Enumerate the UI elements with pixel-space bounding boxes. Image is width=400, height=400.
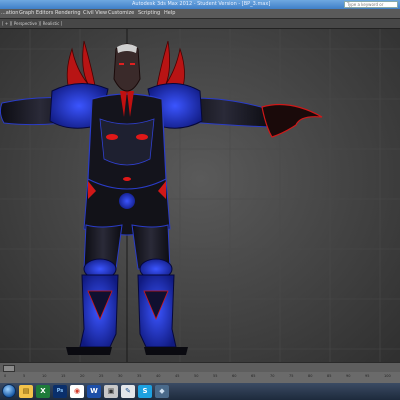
- viewport-toolbar: [ + ][ Perspective ][ Realistic ]: [0, 19, 400, 29]
- left-eye: [119, 63, 124, 65]
- tick-label: 65: [251, 374, 256, 378]
- window-title: Autodesk 3ds Max 2012 - Student Version …: [132, 1, 271, 7]
- right-eye: [130, 63, 135, 65]
- menu-item-animation[interactable]: ...ation: [1, 9, 18, 18]
- tick-label: 0: [4, 374, 7, 378]
- tick-label: 35: [137, 374, 142, 378]
- help-search-input[interactable]: Type a keyword or phrase: [344, 1, 398, 12]
- character-model[interactable]: [0, 40, 323, 355]
- skype-icon[interactable]: S: [138, 385, 152, 398]
- boot-details: [87, 290, 169, 321]
- menu-item-help[interactable]: Help: [164, 9, 175, 18]
- tick-label: 95: [365, 374, 370, 378]
- word-icon[interactable]: W: [87, 385, 101, 398]
- tick-label: 90: [346, 374, 351, 378]
- tick-label: 15: [61, 374, 66, 378]
- tick-label: 50: [194, 374, 199, 378]
- menu-item-civil-view[interactable]: Civil View: [83, 9, 107, 18]
- tick-label: 60: [232, 374, 237, 378]
- tick-label: 30: [118, 374, 123, 378]
- menu-item-scripting[interactable]: Scripting: [138, 9, 160, 18]
- time-slider-handle[interactable]: [3, 365, 15, 372]
- excel-icon[interactable]: X: [36, 385, 50, 398]
- explorer-icon[interactable]: ▤: [19, 385, 33, 398]
- menu-item-rendering[interactable]: Rendering: [55, 9, 81, 18]
- viewport-grid: [0, 29, 400, 362]
- tick-label: 75: [289, 374, 294, 378]
- tick-label: 10: [42, 374, 47, 378]
- chest-plate: [99, 118, 155, 166]
- start-button[interactable]: [2, 384, 16, 398]
- windows-taskbar: ▤ X Ps ◉ W ▣ ✎ S ◆: [0, 383, 400, 400]
- title-bar: Autodesk 3ds Max 2012 - Student Version …: [0, 0, 400, 12]
- tick-label: 55: [213, 374, 218, 378]
- paint-icon[interactable]: ✎: [121, 385, 135, 398]
- chrome-icon[interactable]: ◉: [70, 385, 84, 398]
- 3dsmax-icon[interactable]: ◆: [155, 385, 169, 398]
- tick-label: 100: [384, 374, 391, 378]
- tick-label: 45: [175, 374, 180, 378]
- tick-label: 80: [308, 374, 313, 378]
- tick-label: 5: [23, 374, 26, 378]
- right-hand: [261, 103, 323, 138]
- tick-label: 40: [156, 374, 161, 378]
- tick-label: 70: [270, 374, 275, 378]
- photoshop-icon[interactable]: Ps: [53, 385, 67, 398]
- belt-buckle: [119, 193, 135, 209]
- viewport-scene: [0, 29, 400, 362]
- menu-item-graph-editors[interactable]: Graph Editors: [19, 9, 53, 18]
- tick-label: 85: [327, 374, 332, 378]
- perspective-viewport[interactable]: [0, 29, 400, 362]
- menu-bar: ...ation Graph Editors Rendering Civil V…: [0, 9, 400, 19]
- tick-label: 25: [99, 374, 104, 378]
- menu-item-customize[interactable]: Customize: [108, 9, 134, 18]
- app-icon[interactable]: ▣: [104, 385, 118, 398]
- viewport-label[interactable]: [ + ][ Perspective ][ Realistic ]: [2, 19, 62, 28]
- tick-label: 20: [80, 374, 85, 378]
